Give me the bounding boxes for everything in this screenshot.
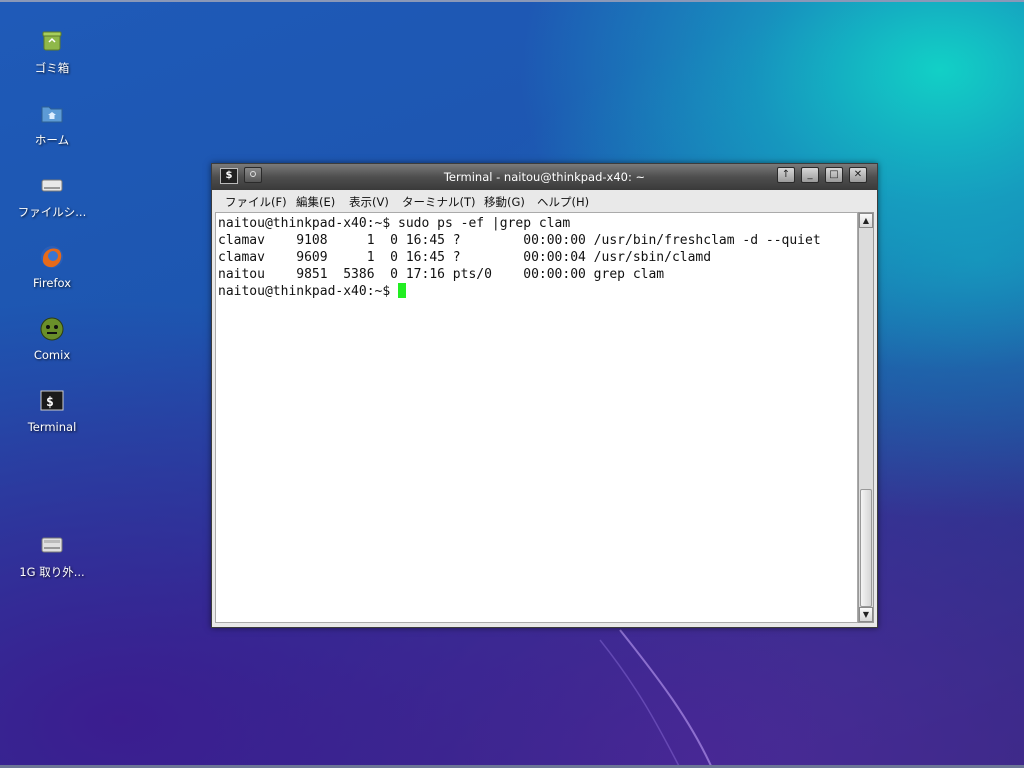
comix-icon bbox=[39, 316, 65, 342]
desktop-icon-terminal[interactable]: $ Terminal bbox=[14, 388, 90, 434]
menu-help[interactable]: ヘルプ(H) bbox=[537, 194, 589, 210]
desktop-icon-filesystem[interactable]: ファイルシ... bbox=[14, 172, 90, 220]
vertical-scrollbar[interactable]: ▲ ▼ bbox=[858, 212, 874, 623]
minimize-button[interactable]: _ bbox=[801, 167, 819, 183]
home-folder-icon bbox=[39, 100, 65, 126]
svg-text:$: $ bbox=[46, 395, 54, 410]
desktop-icon-label: Firefox bbox=[32, 276, 72, 290]
scroll-thumb[interactable] bbox=[860, 489, 872, 607]
terminal-line: naitou@thinkpad-x40:~$ sudo ps -ef |grep… bbox=[218, 216, 571, 231]
maximize-button[interactable]: □ bbox=[825, 167, 843, 183]
scroll-up-icon[interactable]: ▲ bbox=[859, 213, 873, 228]
trash-icon bbox=[39, 28, 65, 54]
desktop-icon-label: ゴミ箱 bbox=[34, 61, 70, 75]
menu-bar: ファイル(F) 編集(E) 表示(V) ターミナル(T) 移動(G) ヘルプ(H… bbox=[212, 190, 877, 212]
terminal-area[interactable]: naitou@thinkpad-x40:~$ sudo ps -ef |grep… bbox=[215, 212, 858, 623]
desktop-icon-comix[interactable]: Comix bbox=[14, 316, 90, 362]
menu-file[interactable]: ファイル(F) bbox=[225, 194, 287, 210]
text-cursor bbox=[398, 283, 407, 298]
terminal-icon: $ bbox=[39, 388, 65, 414]
close-button[interactable]: ✕ bbox=[849, 167, 867, 183]
window-titlebar[interactable]: $ Terminal - naitou@thinkpad-x40: ~ ↑ _ … bbox=[212, 164, 877, 190]
top-edge bbox=[0, 0, 1024, 2]
removable-drive-icon bbox=[39, 532, 65, 558]
terminal-line: naitou 9851 5386 0 17:16 pts/0 00:00:00 … bbox=[218, 267, 665, 282]
terminal-line: clamav 9108 1 0 16:45 ? 00:00:00 /usr/bi… bbox=[218, 233, 821, 248]
desktop-icon-label: 1G 取り外... bbox=[19, 565, 85, 579]
desktop-icon-label: ホーム bbox=[34, 133, 70, 147]
menu-go[interactable]: 移動(G) bbox=[484, 194, 525, 210]
firefox-icon bbox=[39, 244, 65, 270]
desktop-icon-firefox[interactable]: Firefox bbox=[14, 244, 90, 290]
terminal-window[interactable]: $ Terminal - naitou@thinkpad-x40: ~ ↑ _ … bbox=[211, 163, 878, 628]
desktop-icon-label: Comix bbox=[33, 348, 71, 362]
scroll-down-icon[interactable]: ▼ bbox=[859, 607, 873, 622]
menu-view[interactable]: 表示(V) bbox=[349, 194, 389, 210]
terminal-line: clamav 9609 1 0 16:45 ? 00:00:04 /usr/sb… bbox=[218, 250, 712, 265]
desktop-icon-home[interactable]: ホーム bbox=[14, 100, 90, 148]
drive-icon bbox=[39, 172, 65, 198]
desktop-icon-label: ファイルシ... bbox=[17, 205, 87, 219]
shade-button[interactable]: ↑ bbox=[777, 167, 795, 183]
menu-edit[interactable]: 編集(E) bbox=[296, 194, 335, 210]
desktop-icon-trash[interactable]: ゴミ箱 bbox=[14, 28, 90, 76]
terminal-prompt: naitou@thinkpad-x40:~$ bbox=[218, 284, 399, 299]
desktop-icon-label: Terminal bbox=[27, 420, 77, 434]
menu-terminal[interactable]: ターミナル(T) bbox=[402, 194, 476, 210]
desktop-icon-removable[interactable]: 1G 取り外... bbox=[14, 532, 90, 580]
